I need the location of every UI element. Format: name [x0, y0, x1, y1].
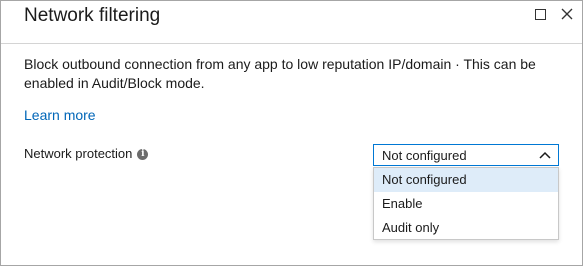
- close-icon: [561, 8, 573, 20]
- option-not-configured[interactable]: Not configured: [374, 168, 558, 192]
- panel-header: Network filtering: [1, 1, 582, 44]
- network-protection-label: Network protection i: [24, 146, 149, 161]
- select-current-value: Not configured: [382, 148, 467, 163]
- network-protection-select[interactable]: Not configured: [373, 144, 559, 166]
- maximize-button[interactable]: [532, 6, 548, 23]
- maximize-icon: [534, 9, 546, 20]
- close-button[interactable]: [558, 6, 576, 23]
- network-protection-label-text: Network protection: [24, 146, 133, 161]
- info-icon[interactable]: i: [137, 149, 149, 160]
- chevron-up-icon: [539, 151, 551, 159]
- network-filtering-panel: Network filtering Block outbound connect…: [0, 0, 583, 266]
- panel-description: Block outbound connection from any app t…: [24, 56, 536, 91]
- option-enable[interactable]: Enable: [374, 192, 558, 216]
- option-audit-only[interactable]: Audit only: [374, 216, 558, 240]
- network-protection-dropdown: Not configured Enable Audit only: [373, 167, 559, 240]
- panel-title: Network filtering: [24, 5, 161, 26]
- learn-more-link[interactable]: Learn more: [24, 107, 96, 123]
